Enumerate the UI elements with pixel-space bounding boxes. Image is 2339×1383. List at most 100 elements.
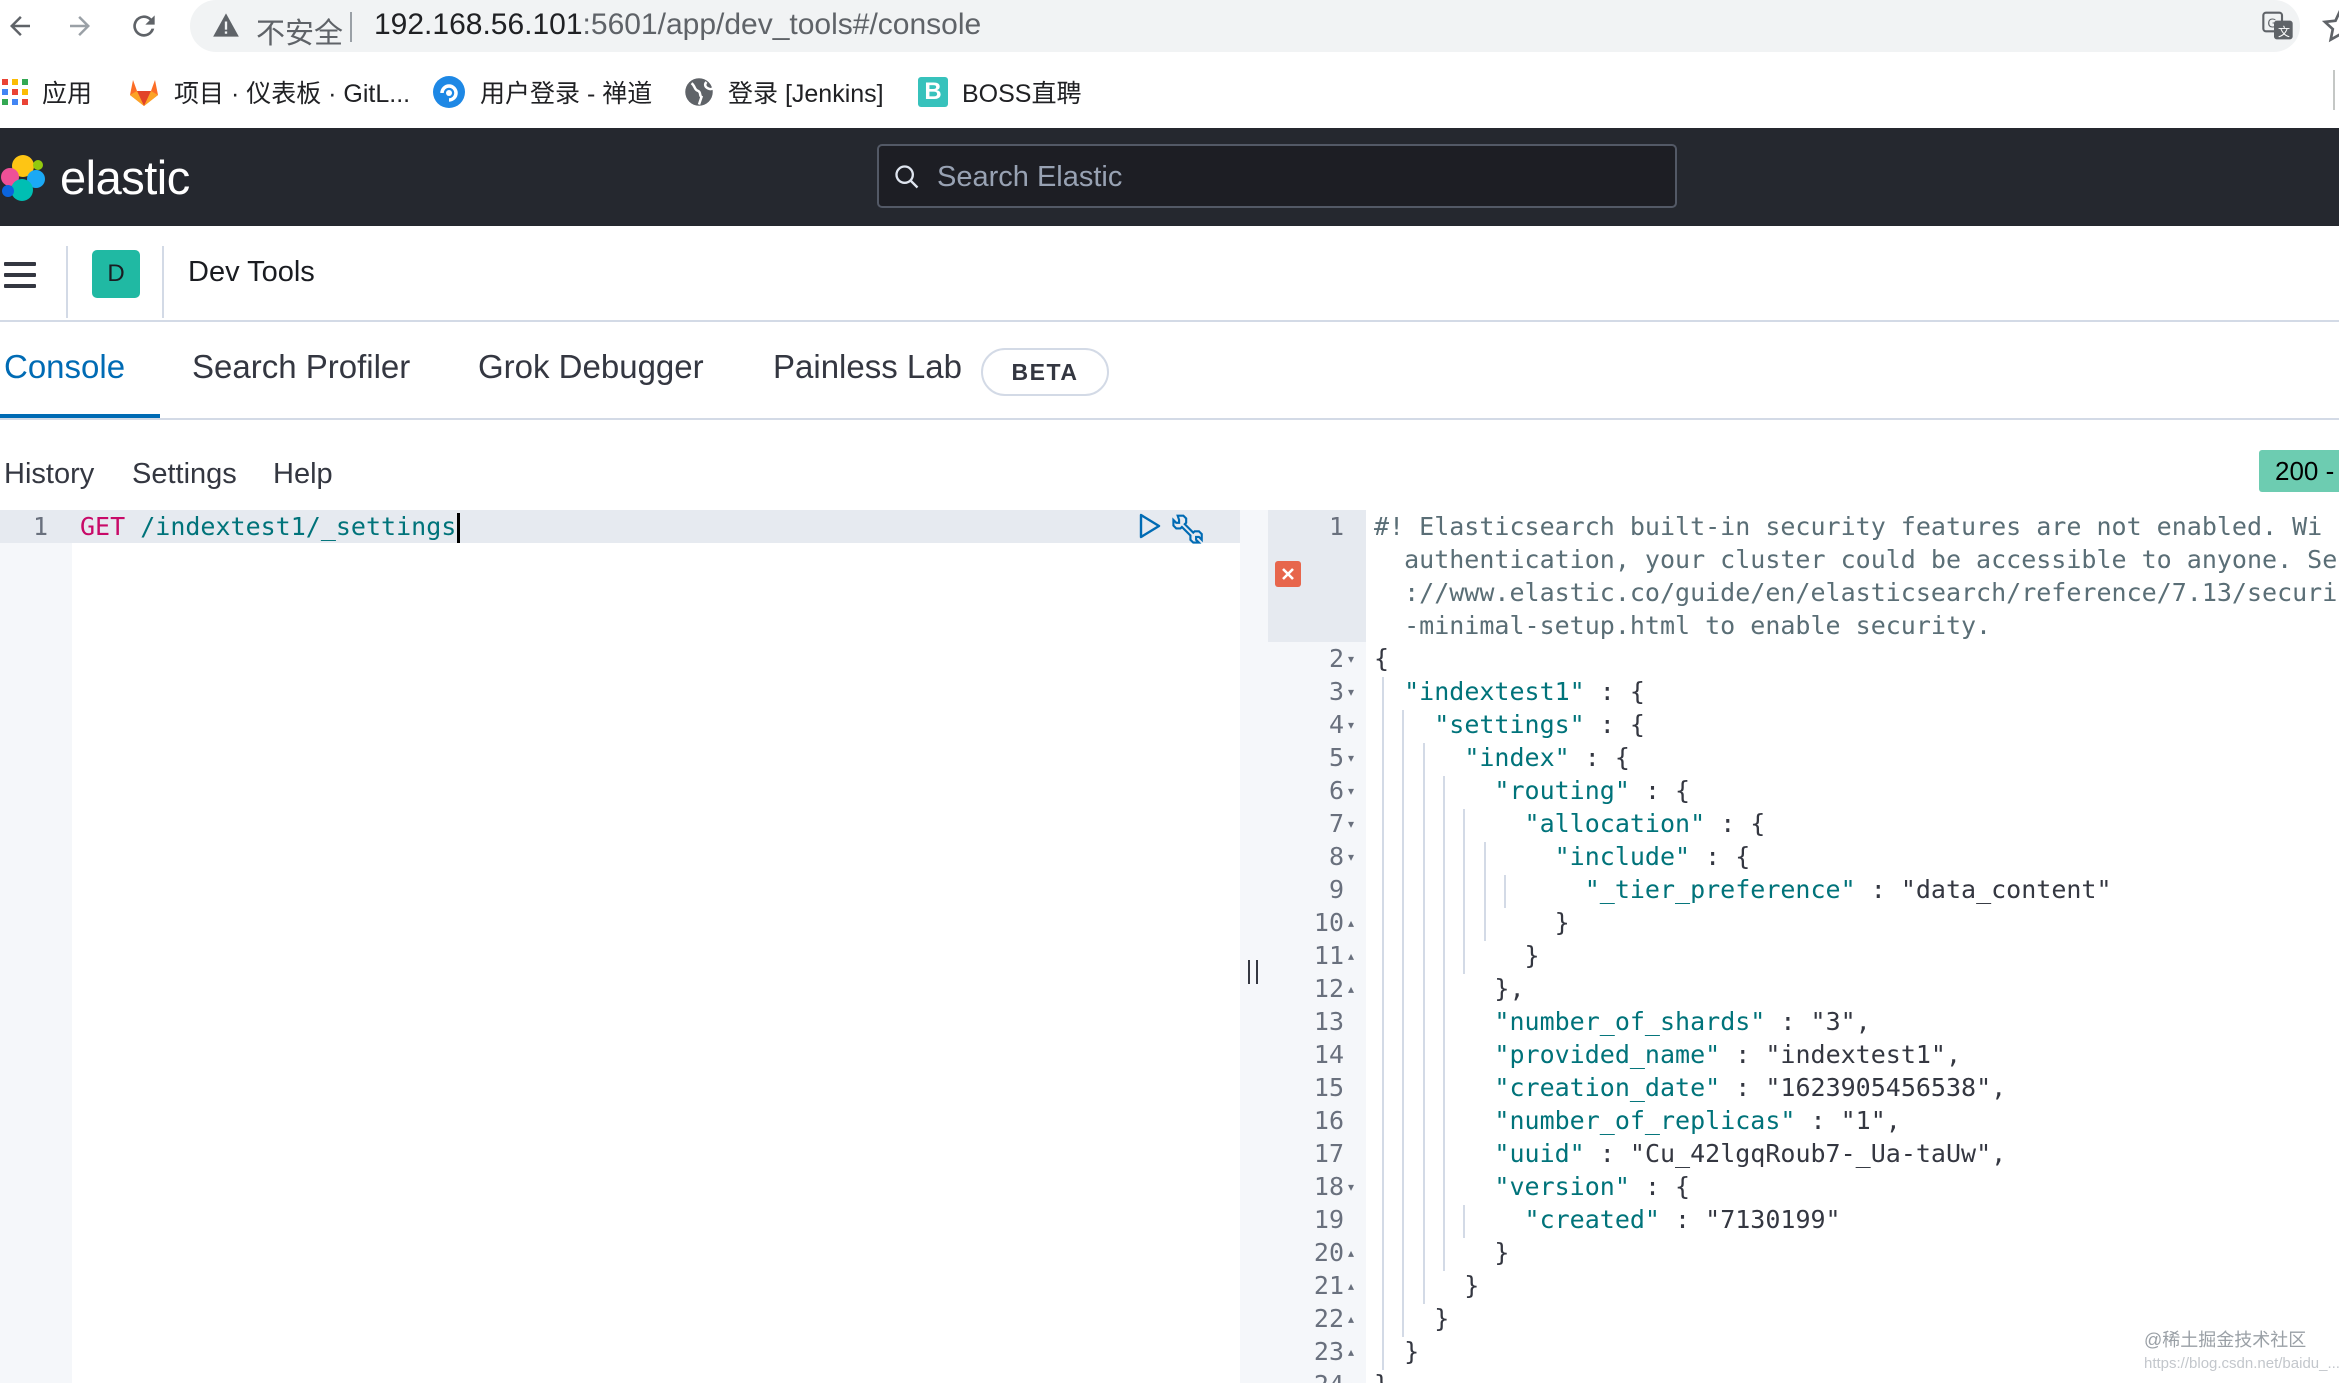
bookmark-label: 应用 bbox=[42, 80, 93, 108]
indent-guide bbox=[1422, 1106, 1425, 1139]
response-line: } bbox=[1374, 1304, 1450, 1333]
response-line: "creation_date" : "1623905456538", bbox=[1494, 1073, 2007, 1102]
indent-guide bbox=[1442, 1007, 1445, 1040]
indent-guide bbox=[1402, 941, 1405, 974]
address-bar[interactable]: 不安全 192.168.56.101:5601/app/dev_tools#/c… bbox=[190, 0, 2300, 52]
indent-guide bbox=[1463, 875, 1466, 908]
indent-guide bbox=[1422, 1271, 1425, 1304]
beta-badge: BETA bbox=[981, 348, 1109, 396]
response-line-number: 22 bbox=[1313, 1304, 1344, 1333]
indent-guide bbox=[1382, 908, 1384, 941]
response-line-number: 10 bbox=[1313, 908, 1344, 937]
indent-guide bbox=[1382, 1172, 1384, 1205]
response-line: "provided_name" : "indextest1", bbox=[1494, 1040, 1962, 1069]
response-line-number: 19 bbox=[1313, 1205, 1344, 1234]
fold-arrow-up-icon[interactable]: ▴ bbox=[1348, 1345, 1354, 1359]
indent-guide bbox=[1422, 1172, 1425, 1205]
fold-arrow-up-icon[interactable]: ▴ bbox=[1348, 1279, 1354, 1293]
tab-painless-lab[interactable]: Painless Lab bbox=[773, 348, 962, 386]
bookmark-label: 项目 · 仪表板 · GitL... bbox=[174, 80, 411, 108]
indent-guide bbox=[1402, 1172, 1405, 1205]
response-line-number: 7 bbox=[1328, 809, 1344, 838]
fold-arrow-down-icon[interactable]: ▾ bbox=[1348, 817, 1354, 831]
bookmarks-divider bbox=[2333, 70, 2335, 110]
error-marker-icon[interactable] bbox=[1275, 561, 1301, 587]
fold-arrow-down-icon[interactable]: ▾ bbox=[1348, 652, 1354, 666]
indent-guide bbox=[1382, 974, 1384, 1007]
zentao-icon bbox=[432, 75, 466, 109]
indent-guide bbox=[1382, 875, 1384, 908]
response-line: } bbox=[1374, 1370, 1389, 1383]
resize-handle-icon[interactable] bbox=[1248, 960, 1258, 984]
send-request-button[interactable] bbox=[1138, 512, 1162, 545]
request-editor[interactable]: 1 GET /indextest1/_settings bbox=[0, 510, 1240, 1383]
menu-help[interactable]: Help bbox=[273, 458, 333, 491]
tab-console[interactable]: Console bbox=[4, 348, 125, 386]
url-text[interactable]: 192.168.56.101:5601/app/dev_tools#/conso… bbox=[374, 8, 981, 42]
fold-arrow-up-icon[interactable]: ▴ bbox=[1348, 916, 1354, 930]
fold-arrow-down-icon[interactable]: ▾ bbox=[1348, 718, 1354, 732]
global-search[interactable] bbox=[877, 144, 1677, 208]
indent-guide bbox=[1442, 974, 1445, 1007]
indent-guide bbox=[1382, 809, 1384, 842]
indent-guide bbox=[1422, 842, 1425, 875]
indent-guide bbox=[1402, 710, 1405, 743]
menu-toggle-icon[interactable] bbox=[4, 262, 36, 288]
bookmark-gitlab[interactable]: 项目 · 仪表板 · GitL... bbox=[128, 70, 410, 114]
fold-arrow-down-icon[interactable]: ▾ bbox=[1348, 1180, 1354, 1194]
bookmark-jenkins[interactable]: 登录 [Jenkins] bbox=[684, 70, 884, 114]
indent-guide bbox=[1382, 1139, 1384, 1172]
tab-search-profiler[interactable]: Search Profiler bbox=[192, 348, 410, 386]
menu-settings[interactable]: Settings bbox=[132, 458, 237, 491]
indent-guide bbox=[1382, 1040, 1384, 1073]
fold-arrow-down-icon[interactable]: ▾ bbox=[1348, 850, 1354, 864]
response-line: "uuid" : "Cu_42lgqRoub7-_Ua-taUw", bbox=[1494, 1139, 2007, 1168]
reload-icon bbox=[133, 15, 155, 37]
indent-guide bbox=[1442, 809, 1445, 842]
indent-guide bbox=[1402, 908, 1405, 941]
breadcrumb-divider bbox=[66, 246, 68, 318]
translate-icon[interactable]: G文 bbox=[2262, 10, 2294, 47]
forward-button[interactable] bbox=[60, 6, 100, 46]
response-line: }, bbox=[1374, 974, 1525, 1003]
indent-guide bbox=[1442, 941, 1445, 974]
elastic-logo[interactable]: elastic bbox=[0, 150, 190, 205]
request-line[interactable]: GET /indextest1/_settings bbox=[80, 512, 461, 543]
bookmark-apps[interactable]: 应用 bbox=[2, 70, 92, 114]
response-editor[interactable]: 1 #! Elasticsearch built-in security fea… bbox=[1268, 510, 2339, 1383]
back-button[interactable] bbox=[0, 6, 40, 46]
indent-guide bbox=[1382, 743, 1384, 776]
fold-arrow-down-icon[interactable]: ▾ bbox=[1348, 784, 1354, 798]
space-avatar[interactable]: D bbox=[92, 250, 140, 298]
gitlab-icon bbox=[128, 77, 160, 107]
request-actions-button[interactable] bbox=[1172, 510, 1206, 549]
request-gutter bbox=[0, 510, 72, 1383]
search-input[interactable] bbox=[937, 156, 1657, 198]
bookmark-boss[interactable]: B BOSS直聘 bbox=[918, 70, 1081, 114]
fold-arrow-down-icon[interactable]: ▾ bbox=[1348, 751, 1354, 765]
tab-grok-debugger[interactable]: Grok Debugger bbox=[478, 348, 704, 386]
indent-guide bbox=[1422, 776, 1425, 809]
fold-arrow-down-icon[interactable]: ▾ bbox=[1348, 685, 1354, 699]
reload-button[interactable] bbox=[124, 6, 164, 46]
indent-guide bbox=[1382, 1271, 1384, 1304]
fold-arrow-up-icon[interactable]: ▴ bbox=[1348, 1246, 1354, 1260]
fold-arrow-up-icon[interactable]: ▴ bbox=[1348, 1378, 1354, 1383]
boss-icon-letter: B bbox=[918, 77, 948, 107]
indent-guide bbox=[1463, 809, 1466, 842]
indent-guide bbox=[1422, 1139, 1425, 1172]
bookmark-star-icon[interactable] bbox=[2322, 8, 2339, 44]
panel-resizer[interactable] bbox=[1240, 510, 1268, 1383]
bookmark-zentao[interactable]: 用户登录 - 禅道 bbox=[432, 70, 652, 114]
fold-arrow-up-icon[interactable]: ▴ bbox=[1348, 982, 1354, 996]
text-cursor bbox=[457, 513, 461, 543]
response-line-number: 16 bbox=[1313, 1106, 1344, 1135]
response-line-number: 5 bbox=[1328, 743, 1344, 772]
response-line-number: 2 bbox=[1328, 644, 1344, 673]
fold-arrow-up-icon[interactable]: ▴ bbox=[1348, 1312, 1354, 1326]
fold-arrow-up-icon[interactable]: ▴ bbox=[1348, 949, 1354, 963]
logo-text: elastic bbox=[60, 151, 190, 204]
menu-history[interactable]: History bbox=[4, 458, 94, 491]
indent-guide bbox=[1463, 1205, 1466, 1238]
security-label[interactable]: 不安全 bbox=[256, 10, 343, 52]
